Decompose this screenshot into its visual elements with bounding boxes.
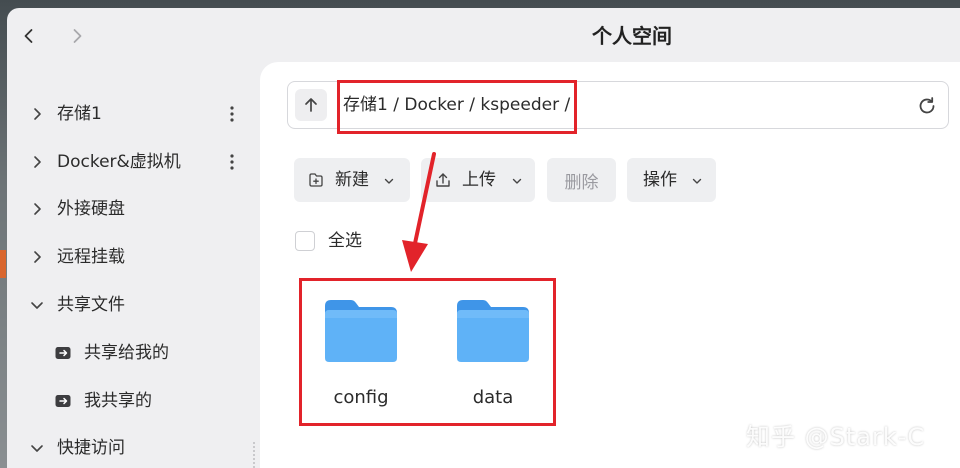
refresh-icon[interactable]: [916, 95, 938, 117]
sidebar-item-label: 外接硬盘: [57, 199, 125, 219]
sidebar-item-external-disk[interactable]: 外接硬盘: [7, 191, 260, 227]
chevron-right-icon: [34, 251, 41, 263]
sidebar-item-shared-files[interactable]: 共享文件: [7, 287, 260, 323]
chevron-down-icon: [692, 178, 702, 184]
new-button-label: 新建: [335, 170, 369, 190]
folder-icon: [325, 300, 397, 362]
chevron-right-icon: [34, 108, 41, 120]
chevron-down-icon: [31, 445, 43, 452]
share-folder-icon: [55, 347, 71, 359]
back-button[interactable]: [15, 22, 43, 50]
upload-button-label: 上传: [462, 170, 496, 190]
sidebar-item-label: 存储1: [57, 104, 102, 124]
sidebar-subitem-shared-with-me[interactable]: 共享给我的: [7, 335, 260, 371]
titlebar: 个人空间: [7, 8, 960, 64]
forward-button[interactable]: [63, 22, 91, 50]
sidebar-item-label: 共享文件: [57, 295, 125, 315]
watermark: 知乎 @Stark-C: [746, 423, 926, 451]
chevron-right-icon: [34, 156, 41, 168]
sidebar-item-remote-mount[interactable]: 远程挂载: [7, 239, 260, 275]
up-directory-button[interactable]: [295, 89, 327, 121]
share-folder-icon: [55, 395, 71, 407]
chevron-right-icon: [34, 203, 41, 215]
sidebar-item-label: Docker&虚拟机: [57, 152, 181, 172]
sidebar-item-label: 共享给我的: [84, 343, 169, 363]
more-vertical-icon[interactable]: [225, 104, 239, 124]
chevron-right-icon: [73, 29, 82, 43]
sidebar-item-label: 我共享的: [84, 391, 152, 411]
more-vertical-icon[interactable]: [225, 152, 239, 172]
file-manager-window: 个人空间 存储1 Docker&虚拟机 外接硬盘 远程挂载 共享文件 共享给我的: [7, 8, 960, 468]
sidebar-subitem-my-shares[interactable]: 我共享的: [7, 383, 260, 419]
annotation-arrow-icon: [402, 152, 436, 272]
folder-item[interactable]: config: [311, 296, 411, 416]
path-highlight-box: [337, 80, 577, 134]
select-all-label: 全选: [328, 231, 362, 251]
window-title: 个人空间: [592, 24, 672, 48]
arrow-up-icon: [305, 98, 317, 112]
sidebar-item-storage1[interactable]: 存储1: [7, 96, 260, 132]
chevron-left-icon: [24, 29, 33, 43]
folder-name: config: [333, 387, 389, 408]
select-all-checkbox[interactable]: [295, 231, 315, 251]
sidebar-item-docker-vm[interactable]: Docker&虚拟机: [7, 144, 260, 180]
sidebar-item-label: 快捷访问: [57, 438, 125, 458]
folder-icon: [457, 300, 529, 362]
sidebar: 存储1 Docker&虚拟机 外接硬盘 远程挂载 共享文件 共享给我的 我共享的: [7, 64, 260, 468]
sidebar-item-label: 远程挂载: [57, 247, 125, 267]
sidebar-item-quick-access[interactable]: 快捷访问: [7, 430, 260, 466]
new-file-icon: [309, 173, 323, 187]
operations-button[interactable]: 操作: [627, 158, 716, 202]
operations-button-label: 操作: [643, 170, 677, 190]
chevron-down-icon: [512, 178, 522, 184]
delete-button[interactable]: 删除: [547, 158, 616, 202]
chevron-down-icon: [31, 302, 43, 309]
folder-name: data: [472, 387, 514, 408]
sidebar-scrollbar[interactable]: [253, 442, 257, 468]
folder-item[interactable]: data: [443, 296, 543, 416]
delete-button-label: 删除: [564, 172, 599, 193]
desktop-background-accent: [0, 250, 6, 278]
